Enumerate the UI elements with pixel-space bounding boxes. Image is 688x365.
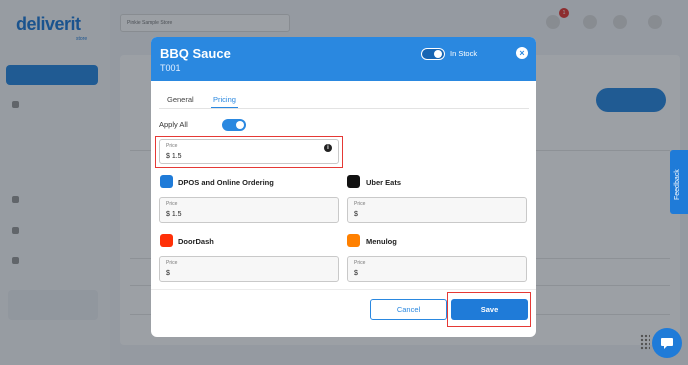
tab-general[interactable]: General	[167, 91, 194, 109]
dpos-icon	[160, 175, 173, 188]
channel-name-dpos: DPOS and Online Ordering	[178, 178, 274, 187]
price-value: $ 1.5	[166, 211, 182, 218]
apply-all-label: Apply All	[159, 120, 188, 129]
uber-eats-price-field[interactable]: Price $	[347, 197, 527, 223]
dpos-price-field[interactable]: Price $ 1.5	[159, 197, 339, 223]
price-value: $	[354, 211, 358, 218]
tab-pricing[interactable]: Pricing	[211, 91, 238, 109]
item-code: T001	[160, 63, 181, 73]
price-label: Price	[166, 201, 178, 207]
price-value: $	[354, 270, 358, 277]
doordash-price-field[interactable]: Price $	[159, 256, 339, 282]
in-stock-label: In Stock	[450, 49, 478, 58]
menulog-icon	[347, 234, 360, 247]
doordash-icon	[160, 234, 173, 247]
price-value: $	[166, 270, 170, 277]
uber-eats-icon	[347, 175, 360, 188]
save-highlight-box	[447, 292, 531, 327]
feedback-tab[interactable]: Feedback	[670, 150, 688, 214]
highlight-box	[155, 136, 343, 168]
menulog-price-field[interactable]: Price $	[347, 256, 527, 282]
close-button[interactable]: ×	[516, 47, 528, 59]
channel-name-uber-eats: Uber Eats	[366, 178, 402, 187]
in-stock-toggle[interactable]	[421, 48, 445, 60]
grid-dots-icon[interactable]	[640, 334, 650, 350]
chat-icon	[661, 338, 673, 349]
price-label: Price	[354, 260, 366, 266]
cancel-button[interactable]: Cancel	[370, 299, 447, 320]
feedback-label: Feedback	[674, 169, 681, 200]
price-label: Price	[166, 260, 178, 266]
price-label: Price	[354, 201, 366, 207]
channel-name-doordash: DoorDash	[178, 237, 214, 246]
footer-divider	[151, 289, 536, 290]
apply-all-toggle[interactable]	[222, 119, 246, 131]
chat-button[interactable]	[652, 328, 682, 358]
tabs-divider	[159, 108, 529, 109]
channel-name-menulog: Menulog	[366, 237, 397, 246]
modal-header: BBQ Sauce T001 In Stock ×	[151, 37, 536, 81]
modal-title: BBQ Sauce	[160, 46, 231, 61]
